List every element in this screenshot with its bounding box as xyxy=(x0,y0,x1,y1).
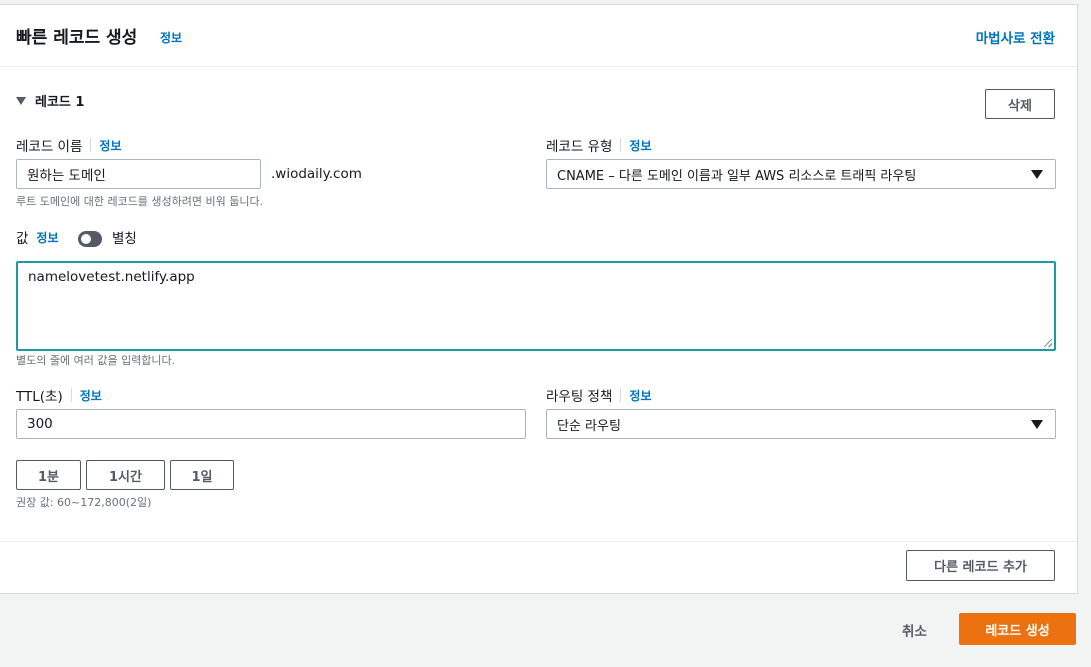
toggle-knob xyxy=(81,234,91,244)
record-name-label-row: 레코드 이름 정보 xyxy=(16,135,122,155)
dropdown-arrow-icon xyxy=(1031,170,1043,179)
routing-policy-select[interactable]: 단순 라우팅 xyxy=(546,409,1056,439)
record-type-label: 레코드 유형 xyxy=(546,139,613,155)
delete-record-button[interactable]: 삭제 xyxy=(985,89,1055,119)
value-textarea-content: namelovetest.netlify.app xyxy=(28,269,195,285)
record-1-label: 레코드 1 xyxy=(35,95,85,110)
record-name-hint: 루트 도메인에 대한 레코드를 생성하려면 비워 둡니다. xyxy=(16,195,264,208)
routing-policy-selected: 단순 라우팅 xyxy=(557,418,621,434)
ttl-label-row: TTL(초) 정보 xyxy=(16,385,102,405)
routing-policy-label: 라우팅 정책 xyxy=(546,389,613,405)
ttl-preset-1-hour-button[interactable]: 1시간 xyxy=(86,460,165,490)
value-label-row: 값 정보 xyxy=(16,227,59,248)
title-info-link[interactable]: 정보 xyxy=(160,29,182,46)
section-divider xyxy=(0,541,1077,542)
value-textarea[interactable]: namelovetest.netlify.app xyxy=(16,261,1056,351)
value-hint: 별도의 줄에 여러 값을 입력합니다. xyxy=(16,354,176,367)
ttl-label: TTL(초) xyxy=(16,389,63,405)
domain-suffix: .wiodaily.com xyxy=(271,166,362,182)
routing-label-row: 라우팅 정책 정보 xyxy=(546,385,652,405)
record-name-label: 레코드 이름 xyxy=(16,139,83,155)
page-title: 빠른 레코드 생성 xyxy=(16,28,138,48)
record-type-info-link[interactable]: 정보 xyxy=(629,137,651,154)
switch-to-wizard-link[interactable]: 마법사로 전환 xyxy=(976,27,1055,47)
record-type-label-row: 레코드 유형 정보 xyxy=(546,135,652,155)
ttl-preset-1-minute-button[interactable]: 1분 xyxy=(16,460,81,490)
panel-header: 빠른 레코드 생성 정보 마법사로 전환 xyxy=(0,5,1077,67)
value-label: 값 xyxy=(16,231,29,247)
routing-policy-info-link[interactable]: 정보 xyxy=(629,387,651,404)
label-separator xyxy=(620,138,622,152)
label-separator xyxy=(70,388,72,402)
ttl-info-link[interactable]: 정보 xyxy=(80,387,102,404)
quick-create-panel: 빠른 레코드 생성 정보 마법사로 전환 레코드 1 삭제 레코드 이름 정보 … xyxy=(0,4,1078,594)
record-1-expander[interactable]: 레코드 1 xyxy=(16,91,84,110)
record-type-select[interactable]: CNAME – 다른 도메인 이름과 일부 AWS 리소스로 트래픽 라우팅 xyxy=(546,159,1056,189)
add-another-record-button[interactable]: 다른 레코드 추가 xyxy=(906,550,1055,581)
cancel-button[interactable]: 취소 xyxy=(902,620,927,640)
alias-toggle[interactable] xyxy=(78,231,102,247)
dropdown-arrow-icon xyxy=(1031,420,1043,429)
resize-handle-icon[interactable] xyxy=(1044,339,1052,347)
record-name-input[interactable]: 원하는 도메인 xyxy=(16,159,261,189)
alias-label: 별칭 xyxy=(112,231,137,247)
caret-down-icon xyxy=(16,96,26,105)
record-name-info-link[interactable]: 정보 xyxy=(99,137,121,154)
value-info-link[interactable]: 정보 xyxy=(36,229,58,246)
label-separator xyxy=(90,138,92,152)
create-records-button[interactable]: 레코드 생성 xyxy=(959,613,1076,645)
label-separator xyxy=(620,388,622,402)
ttl-preset-1-day-button[interactable]: 1일 xyxy=(170,460,234,490)
record-type-selected: CNAME – 다른 도메인 이름과 일부 AWS 리소스로 트래픽 라우팅 xyxy=(557,168,917,184)
ttl-hint: 권장 값: 60~172,800(2일) xyxy=(16,496,152,509)
ttl-input[interactable]: 300 xyxy=(16,409,526,439)
